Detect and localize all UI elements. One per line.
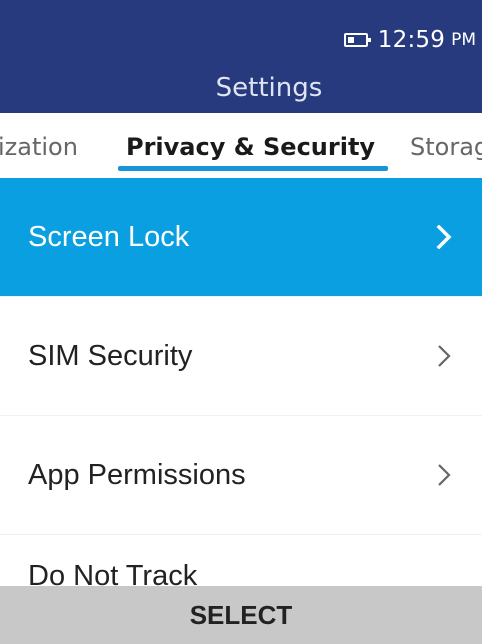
page-title: Settings: [215, 73, 323, 103]
settings-list: Screen Lock SIM Security App Permissions…: [0, 178, 482, 591]
list-item-label: SIM Security: [28, 339, 193, 372]
battery-icon: [343, 33, 371, 47]
tab-personalization[interactable]: ization: [0, 133, 78, 161]
app-header: 12:59 PM Settings: [0, 0, 482, 113]
list-item-do-not-track[interactable]: Do Not Track: [0, 535, 482, 591]
status-time: 12:59: [377, 27, 446, 53]
status-ampm: PM: [451, 30, 476, 50]
softkey-bar: SELECT: [0, 586, 482, 644]
status-bar: 12:59 PM: [343, 25, 476, 55]
list-item-screen-lock[interactable]: Screen Lock: [0, 178, 482, 297]
chevron-right-icon: [438, 464, 451, 486]
list-item-app-permissions[interactable]: App Permissions: [0, 416, 482, 535]
tab-storage[interactable]: Storag: [410, 133, 482, 161]
list-item-sim-security[interactable]: SIM Security: [0, 297, 482, 416]
list-item-label: Screen Lock: [28, 220, 190, 253]
select-softkey[interactable]: SELECT: [190, 600, 293, 631]
active-tab-indicator: [118, 166, 388, 171]
chevron-right-icon: [436, 225, 452, 249]
list-item-label: App Permissions: [28, 458, 246, 491]
chevron-right-icon: [438, 345, 451, 367]
tab-bar: ization Privacy & Security Storag: [0, 113, 482, 178]
tab-privacy-security[interactable]: Privacy & Security: [126, 133, 375, 161]
